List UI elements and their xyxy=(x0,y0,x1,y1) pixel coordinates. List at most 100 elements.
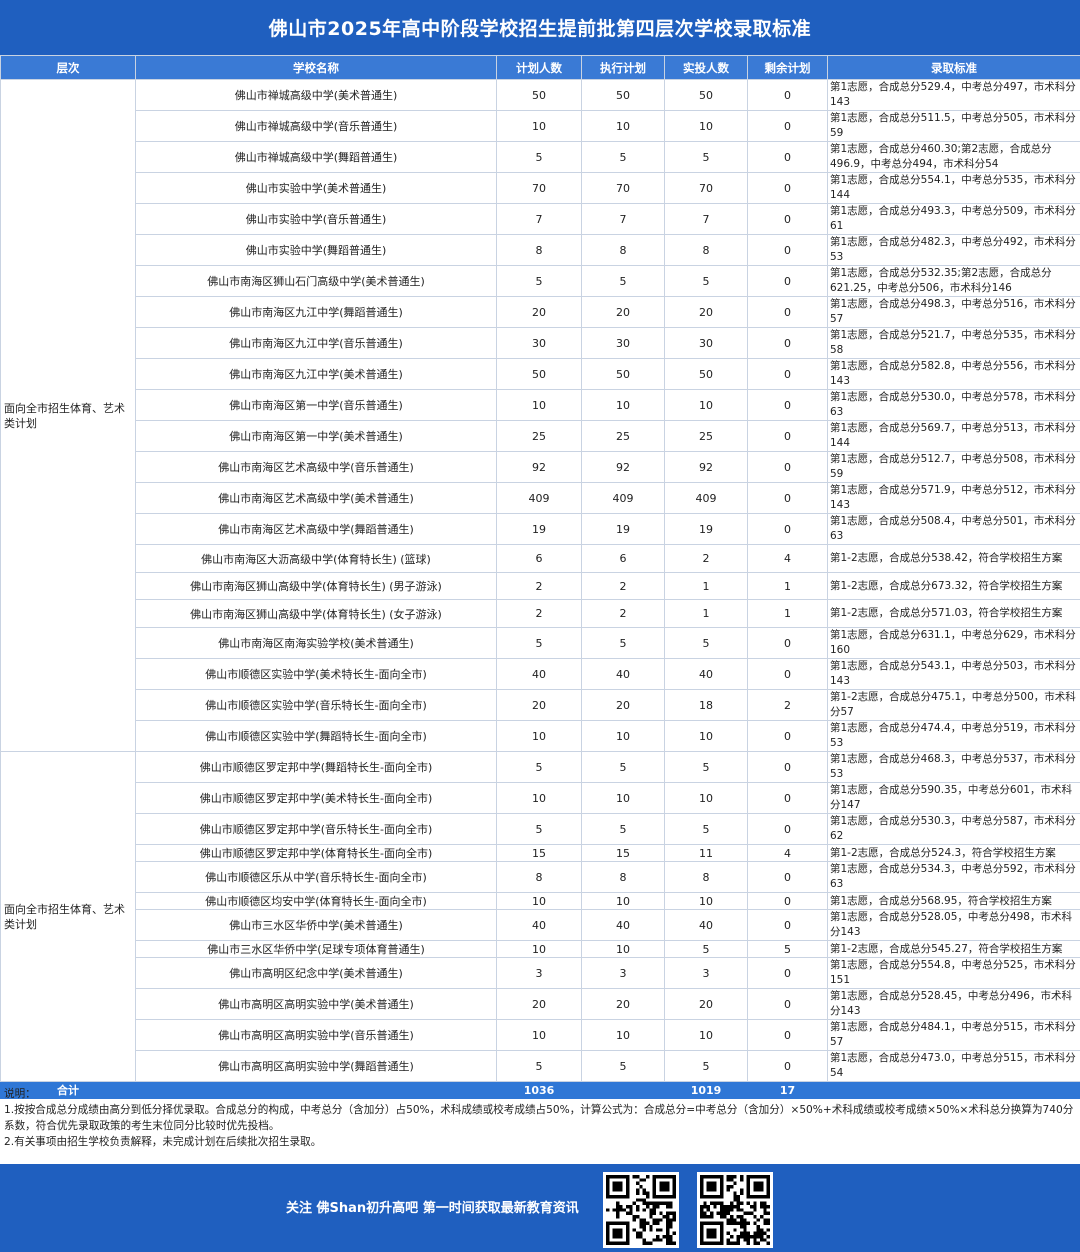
plan-count-cell: 5 xyxy=(496,141,582,173)
school-name-cell: 佛山市南海区第一中学(音乐普通生) xyxy=(135,389,497,421)
exec-plan-cell: 70 xyxy=(581,172,665,204)
actual-count-cell: 10 xyxy=(664,892,748,910)
notes-line-2: 2.有关事项由招生学校负责解释，未完成计划在后续批次招生录取。 xyxy=(4,1136,322,1148)
footer-banner: 关注 佛Shan初升高吧 第一时间获取最新教育资讯 xyxy=(0,1164,1080,1252)
exec-plan-cell: 3 xyxy=(581,957,665,989)
actual-count-cell: 5 xyxy=(664,813,748,845)
plan-count-cell: 20 xyxy=(496,988,582,1020)
table-row: 佛山市高明区高明实验中学(舞蹈普通生) 5 5 5 0 第1志愿，合成总分473.0，中考… xyxy=(1,1050,1080,1082)
exec-plan-cell: 20 xyxy=(581,988,665,1020)
admission-standard-cell: 第1-2志愿，合成总分475.1，中考总分500，市术科分57 xyxy=(827,689,1080,721)
remain-plan-cell: 5 xyxy=(747,940,828,958)
admission-standard-cell: 第1-2志愿，合成总分673.32，符合学校招生方案 xyxy=(827,572,1080,600)
school-name-cell: 佛山市南海区狮山石门高级中学(美术普通生) xyxy=(135,265,497,297)
exec-plan-cell: 40 xyxy=(581,909,665,941)
exec-plan-cell: 20 xyxy=(581,296,665,328)
exec-plan-cell: 10 xyxy=(581,1019,665,1051)
admission-standard-cell: 第1志愿，合成总分493.3，中考总分509，市术科分61 xyxy=(827,203,1080,235)
plan-count-cell: 10 xyxy=(496,1019,582,1051)
school-name-cell: 佛山市顺德区罗定邦中学(体育特长生-面向全市) xyxy=(135,844,497,862)
school-name-cell: 佛山市禅城高级中学(舞蹈普通生) xyxy=(135,141,497,173)
table-row: 佛山市顺德区罗定邦中学(美术特长生-面向全市) 10 10 10 0 第1志愿，合成总分5… xyxy=(1,782,1080,814)
plan-count-cell: 70 xyxy=(496,172,582,204)
actual-count-cell: 5 xyxy=(664,265,748,297)
col-header-school: 学校名称 xyxy=(135,55,497,80)
table-row: 佛山市顺德区罗定邦中学(音乐特长生-面向全市) 5 5 5 0 第1志愿，合成总分530.… xyxy=(1,813,1080,845)
actual-count-cell: 8 xyxy=(664,234,748,266)
admission-standard-cell: 第1志愿，合成总分484.1，中考总分515，市术科分57 xyxy=(827,1019,1080,1051)
admission-standard-cell: 第1志愿，合成总分468.3，中考总分537，市术科分53 xyxy=(827,751,1080,783)
actual-count-cell: 40 xyxy=(664,658,748,690)
school-name-cell: 佛山市南海区第一中学(美术普通生) xyxy=(135,420,497,452)
table-row: 佛山市顺德区实验中学(舞蹈特长生-面向全市) 10 10 10 0 第1志愿，合成总分47… xyxy=(1,720,1080,752)
school-name-cell: 佛山市南海区南海实验学校(美术普通生) xyxy=(135,627,497,659)
exec-plan-cell: 5 xyxy=(581,141,665,173)
actual-count-cell: 18 xyxy=(664,689,748,721)
remain-plan-cell: 0 xyxy=(747,1050,828,1082)
plan-count-cell: 10 xyxy=(496,892,582,910)
table-row: 佛山市南海区艺术高级中学(舞蹈普通生) 19 19 19 0 第1志愿，合成总分508.4… xyxy=(1,513,1080,545)
remain-plan-cell: 0 xyxy=(747,892,828,910)
remain-plan-cell: 0 xyxy=(747,358,828,390)
remain-plan-cell: 1 xyxy=(747,599,828,628)
plan-count-cell: 20 xyxy=(496,689,582,721)
school-name-cell: 佛山市南海区艺术高级中学(美术普通生) xyxy=(135,482,497,514)
exec-plan-cell: 5 xyxy=(581,1050,665,1082)
remain-plan-cell: 0 xyxy=(747,751,828,783)
admission-standard-cell: 第1志愿，合成总分534.3，中考总分592，市术科分63 xyxy=(827,861,1080,893)
remain-plan-cell: 4 xyxy=(747,844,828,862)
exec-plan-cell: 25 xyxy=(581,420,665,452)
school-name-cell: 佛山市顺德区均安中学(体育特长生-面向全市) xyxy=(135,892,497,910)
table-row: 佛山市南海区狮山石门高级中学(美术普通生) 5 5 5 0 第1志愿，合成总分532.35… xyxy=(1,265,1080,297)
admission-standard-cell: 第1志愿，合成总分530.0，中考总分578，市术科分63 xyxy=(827,389,1080,421)
plan-count-cell: 15 xyxy=(496,844,582,862)
school-name-cell: 佛山市禅城高级中学(美术普通生) xyxy=(135,79,497,111)
table-row: 佛山市禅城高级中学(音乐普通生) 10 10 10 0 第1志愿，合成总分511.5，中考… xyxy=(1,110,1080,142)
school-name-cell: 佛山市南海区狮山高级中学(体育特长生) (男子游泳) xyxy=(135,572,497,600)
table-row: 佛山市南海区九江中学(美术普通生) 50 50 50 0 第1志愿，合成总分582.8，中… xyxy=(1,358,1080,390)
table-row: 佛山市南海区九江中学(音乐普通生) 30 30 30 0 第1志愿，合成总分521.7，中… xyxy=(1,327,1080,359)
table-row: 佛山市南海区艺术高级中学(音乐普通生) 92 92 92 0 第1志愿，合成总分512.7… xyxy=(1,451,1080,483)
admission-standard-cell: 第1志愿，合成总分512.7，中考总分508，市术科分59 xyxy=(827,451,1080,483)
exec-plan-cell: 5 xyxy=(581,751,665,783)
notes-line-1: 1.按按合成总分成绩由高分到低分择优录取。合成总分的构成，中考总分（含加分）占5… xyxy=(4,1104,1074,1132)
actual-count-cell: 25 xyxy=(664,420,748,452)
school-name-cell: 佛山市南海区狮山高级中学(体育特长生) (女子游泳) xyxy=(135,599,497,628)
remain-plan-cell: 0 xyxy=(747,389,828,421)
plan-count-cell: 10 xyxy=(496,389,582,421)
page-title: 佛山市2025年高中阶段学校招生提前批第四层次学校录取标准 xyxy=(0,0,1080,55)
table-row: 佛山市三水区华侨中学(美术普通生) 40 40 40 0 第1志愿，合成总分528.05，… xyxy=(1,909,1080,941)
school-name-cell: 佛山市顺德区罗定邦中学(美术特长生-面向全市) xyxy=(135,782,497,814)
table-row: 佛山市顺德区实验中学(美术特长生-面向全市) 40 40 40 0 第1志愿，合成总分54… xyxy=(1,658,1080,690)
school-name-cell: 佛山市禅城高级中学(音乐普通生) xyxy=(135,110,497,142)
actual-count-cell: 11 xyxy=(664,844,748,862)
admission-standard-cell: 第1-2志愿，合成总分524.3，符合学校招生方案 xyxy=(827,844,1080,862)
remain-plan-cell: 1 xyxy=(747,572,828,600)
table-row: 佛山市三水区华侨中学(足球专项体育普通生) 10 10 5 5 第1-2志愿，合成总分54… xyxy=(1,940,1080,958)
admission-standard-cell: 第1志愿，合成总分482.3，中考总分492，市术科分53 xyxy=(827,234,1080,266)
admission-standard-cell: 第1志愿，合成总分498.3，中考总分516，市术科分57 xyxy=(827,296,1080,328)
plan-count-cell: 40 xyxy=(496,909,582,941)
footer-follow-text: 关注 佛Shan初升高吧 第一时间获取最新教育资讯 xyxy=(286,1201,579,1216)
plan-count-cell: 10 xyxy=(496,720,582,752)
actual-count-cell: 70 xyxy=(664,172,748,204)
table-row: 佛山市南海区南海实验学校(美术普通生) 5 5 5 0 第1志愿，合成总分631.1，中考… xyxy=(1,627,1080,659)
actual-count-cell: 10 xyxy=(664,389,748,421)
school-name-cell: 佛山市南海区艺术高级中学(舞蹈普通生) xyxy=(135,513,497,545)
table-row: 佛山市南海区九江中学(舞蹈普通生) 20 20 20 0 第1志愿，合成总分498.3，中… xyxy=(1,296,1080,328)
exec-plan-cell: 5 xyxy=(581,813,665,845)
plan-count-cell: 50 xyxy=(496,358,582,390)
plan-count-cell: 40 xyxy=(496,658,582,690)
exec-plan-cell: 8 xyxy=(581,234,665,266)
admission-standard-cell: 第1志愿，合成总分571.9，中考总分512，市术科分143 xyxy=(827,482,1080,514)
plan-count-cell: 5 xyxy=(496,751,582,783)
remain-plan-cell: 0 xyxy=(747,861,828,893)
school-name-cell: 佛山市顺德区乐从中学(音乐特长生-面向全市) xyxy=(135,861,497,893)
admission-standard-cell: 第1志愿，合成总分568.95，符合学校招生方案 xyxy=(827,892,1080,910)
school-name-cell: 佛山市三水区华侨中学(美术普通生) xyxy=(135,909,497,941)
admission-standard-cell: 第1志愿，合成总分554.1，中考总分535，市术科分144 xyxy=(827,172,1080,204)
remain-plan-cell: 0 xyxy=(747,234,828,266)
school-name-cell: 佛山市高明区纪念中学(美术普通生) xyxy=(135,957,497,989)
admission-standard-cell: 第1志愿，合成总分554.8，中考总分525，市术科分151 xyxy=(827,957,1080,989)
plan-count-cell: 3 xyxy=(496,957,582,989)
